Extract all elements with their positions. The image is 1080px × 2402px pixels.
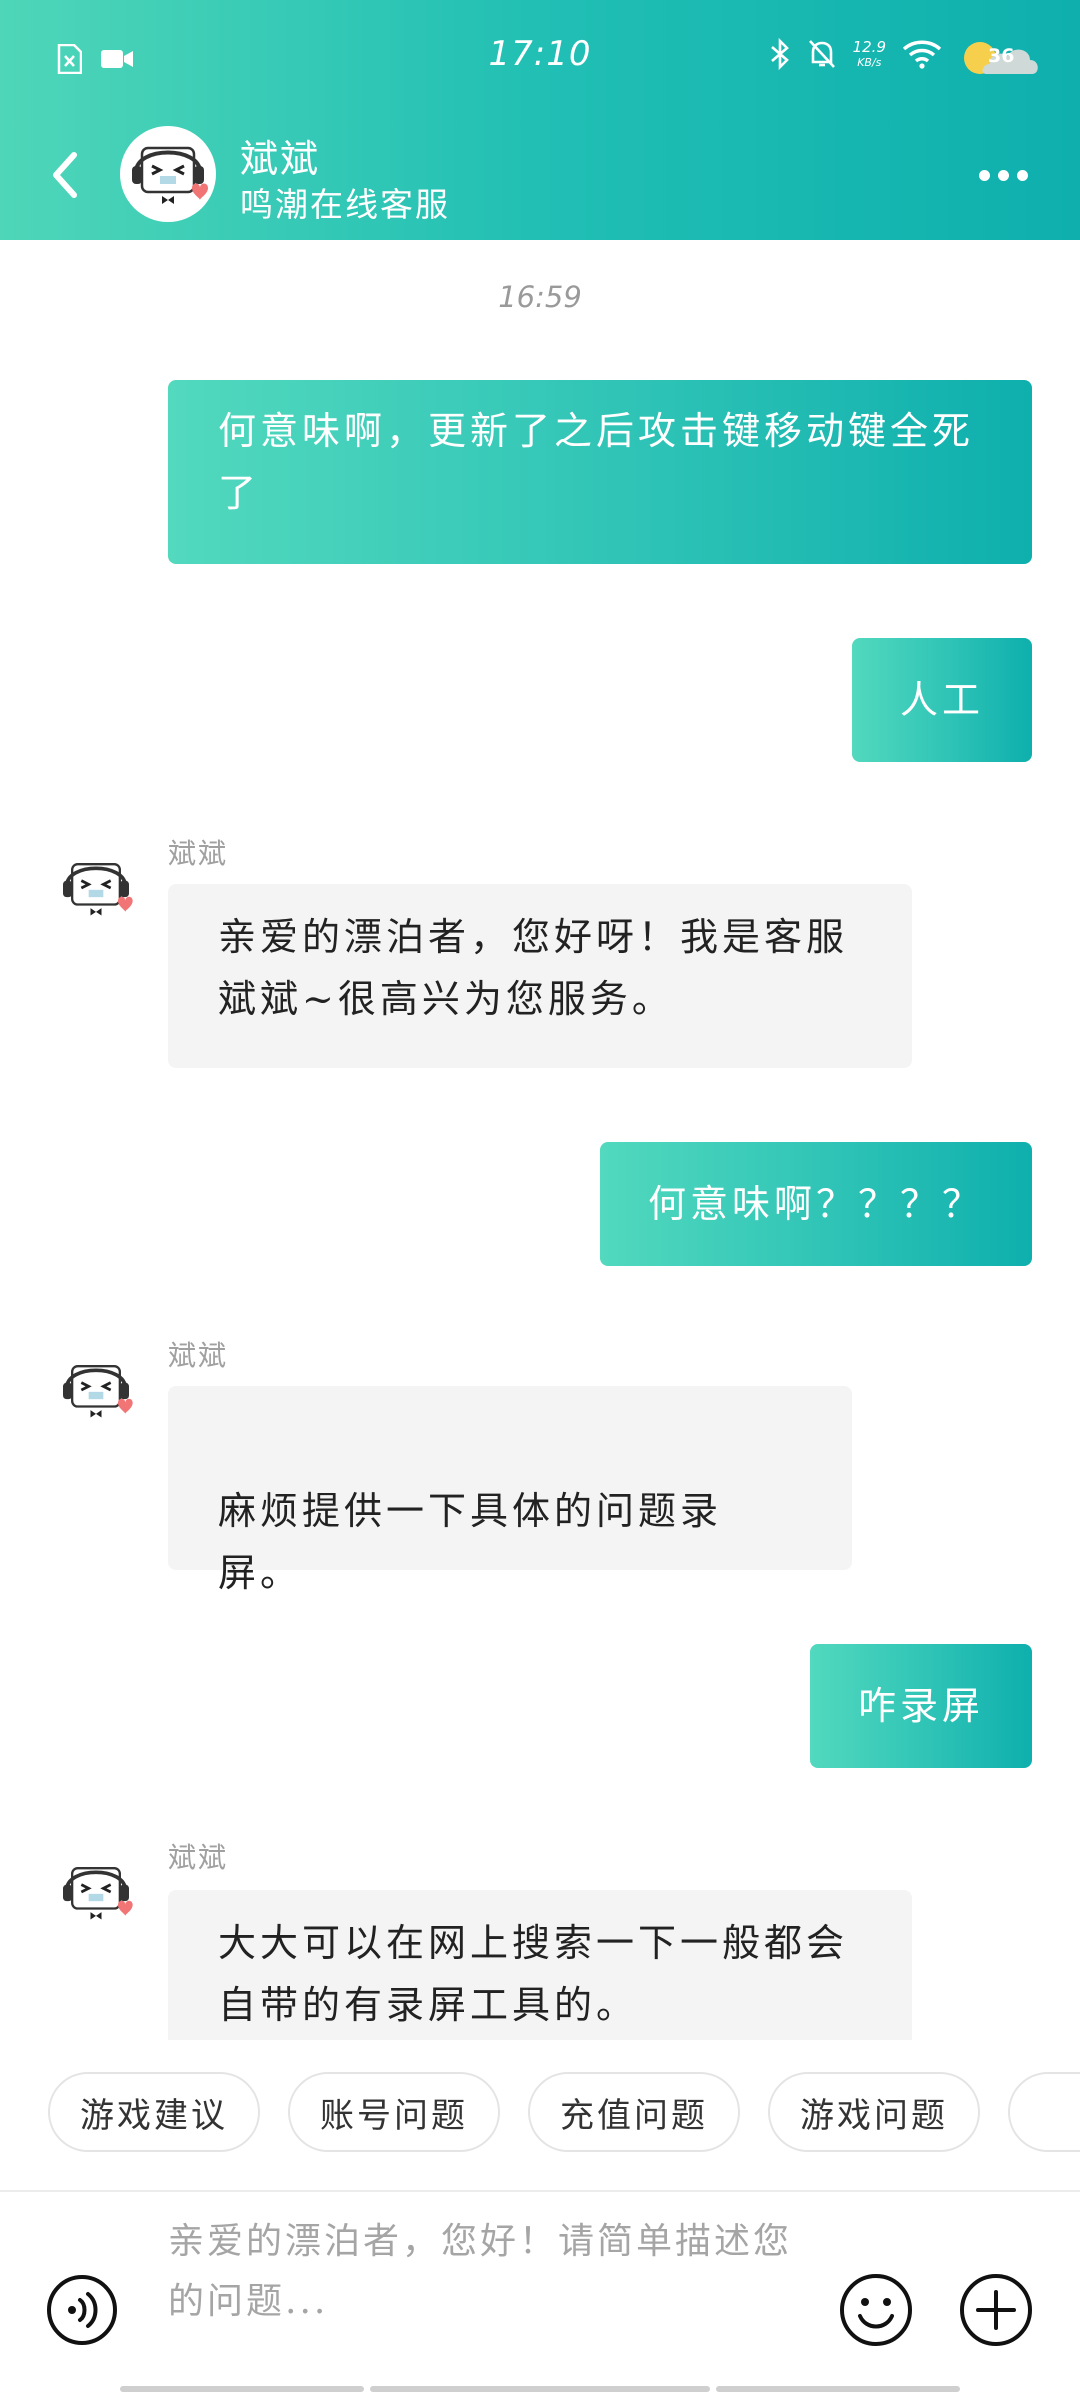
robot-mascot-icon [132,146,208,204]
agent-avatar[interactable] [52,1346,140,1434]
user-message[interactable]: 何意味啊，更新了之后攻击键移动键全死了 [168,380,1032,564]
robot-mascot-icon [63,1867,133,1920]
bluetooth-icon [770,38,789,70]
time-separator: 16:59 [498,280,582,314]
header: 17:10 12.9 KB/s 36 斌斌 鸣潮在线客服 [0,0,1080,240]
weather-temp: 36 [988,45,1015,67]
sender-name: 斌斌 [168,837,229,870]
agent-avatar[interactable] [52,1848,140,1936]
emoji-button[interactable] [838,2272,914,2348]
input-bar [0,2190,1080,2402]
agent-avatar[interactable] [120,126,216,222]
gesture-bar [716,2386,960,2392]
agent-message[interactable]: 麻烦提供一下具体的问题录屏。 [168,1386,852,1595]
weather-widget: 36 [958,36,1042,82]
plus-icon [960,2274,1032,2346]
more-dots-icon [978,169,990,181]
agent-subtitle: 鸣潮在线客服 [240,185,450,224]
gesture-bar [370,2386,710,2392]
agent-message[interactable]: 大大可以在网上搜索一下一般都会自带的有录屏工具的。 [168,1890,912,2040]
status-bar: 17:10 12.9 KB/s 36 [0,0,1080,120]
agent-message[interactable]: 亲爱的漂泊者，您好呀！我是客服斌斌~很高兴为您服务。 [168,884,912,1068]
quick-reply-chip[interactable]: 账号问题 [288,2072,500,2152]
agent-avatar[interactable] [52,844,140,932]
status-right-icons: 12.9 KB/s [769,38,942,70]
quick-reply-bar: 游戏建议 账号问题 充值问题 游戏问题 [0,2060,1080,2170]
quick-reply-chip[interactable] [1008,2072,1080,2152]
quick-reply-chip[interactable]: 游戏建议 [48,2072,260,2152]
back-button[interactable] [40,140,90,210]
sender-name: 斌斌 [168,1841,229,1874]
chevron-left-icon [53,152,77,198]
more-button[interactable] [968,150,1038,200]
quick-reply-chip[interactable]: 充值问题 [528,2072,740,2152]
chat-area[interactable]: 16:59 何意味啊，更新了之后攻击键移动键全死了 人工 斌斌 亲爱的漂泊者，您… [0,240,1080,2040]
user-message[interactable]: 人工 [852,638,1032,762]
user-message[interactable]: 咋录屏 [810,1644,1032,1768]
agent-name: 斌斌 [240,137,321,181]
network-speed: 12.9 KB/s [852,38,886,70]
emoji-icon [840,2274,912,2346]
gesture-bar [120,2386,364,2392]
robot-mascot-icon [63,863,133,916]
plus-button[interactable] [958,2272,1034,2348]
robot-mascot-icon [63,1365,133,1418]
mute-bell-icon [808,40,835,68]
message-input[interactable] [168,2212,828,2352]
voice-button[interactable] [46,2274,118,2346]
wifi-icon [902,40,942,69]
quick-reply-chip[interactable]: 游戏问题 [768,2072,980,2152]
user-message[interactable]: 何意味啊？？？？ [600,1142,1032,1266]
voice-icon [47,2275,117,2345]
sender-name: 斌斌 [168,1339,229,1372]
